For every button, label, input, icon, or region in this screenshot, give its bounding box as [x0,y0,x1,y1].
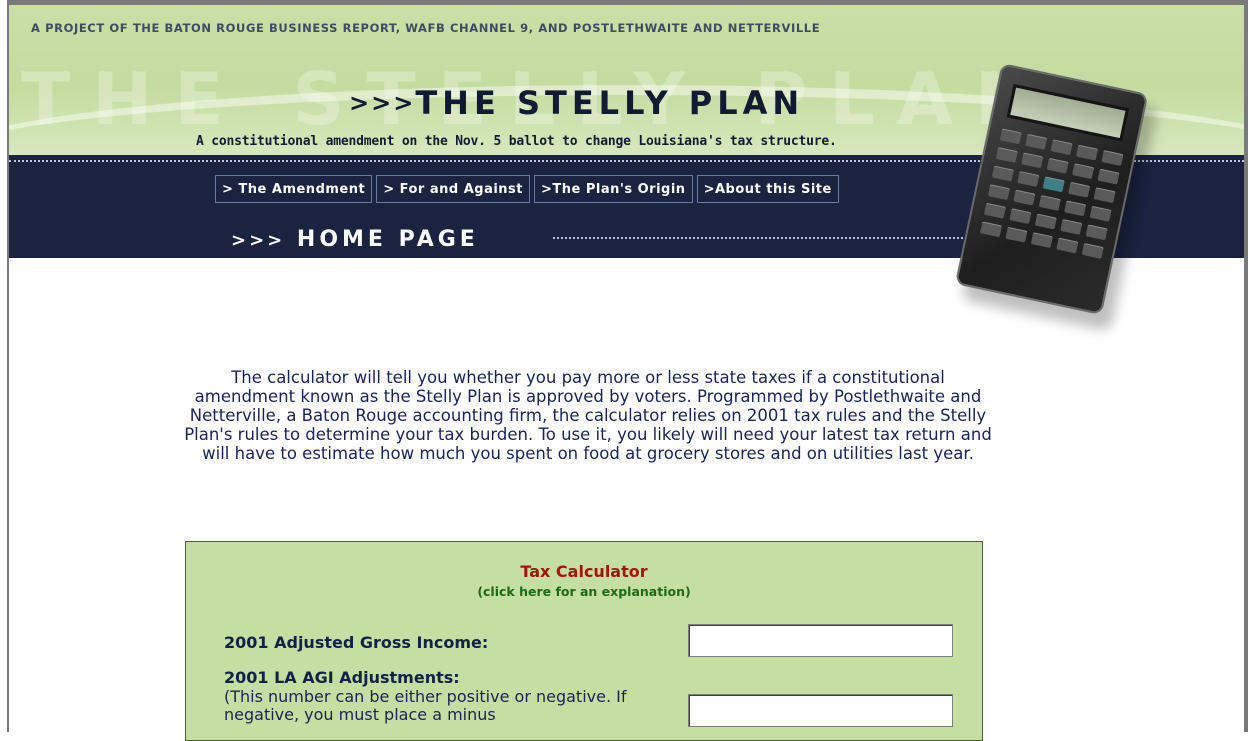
calc-key [1005,226,1028,243]
agi-input[interactable] [688,624,953,657]
nav-about-site[interactable]: >About this Site [696,175,839,203]
calc-key [1064,200,1087,217]
calc-key [1056,237,1079,254]
agi-adjustments-input[interactable] [688,694,953,727]
calc-key [1101,150,1124,166]
site-subtitle: A constitutional amendment on the Nov. 5… [196,134,837,149]
main-nav: > The Amendment > For and Against >The P… [215,175,839,203]
calc-key [1021,152,1044,169]
calc-key [1089,205,1112,222]
calc-key [1025,133,1048,150]
site-title: >>>THE STELLY PLAN [349,87,804,119]
calc-key [1046,157,1069,174]
calc-key [1072,163,1095,180]
calc-key [1075,144,1099,161]
calc-key [1013,189,1036,206]
calc-key [1009,208,1032,225]
heading-chevrons: >>> [231,230,286,251]
calc-key [991,165,1014,182]
page-heading-text: HOME PAGE [296,227,479,252]
calculator-keypad [979,128,1124,259]
calc-key [987,184,1010,201]
nav-for-and-against[interactable]: > For and Against [376,175,531,203]
window-frame-left [0,0,9,732]
calc-key [1034,213,1057,230]
heading-dotted-line [553,237,983,239]
site-title-text: THE STELLY PLAN [415,84,805,122]
window-frame-right [1244,0,1248,732]
nav-the-amendment[interactable]: > The Amendment [215,175,373,203]
nav-plans-origin[interactable]: >The Plan's Origin [534,175,693,203]
calc-key [1093,187,1116,204]
calc-key [1068,181,1091,198]
agi-adjustments-label: 2001 LA AGI Adjustments: [224,668,460,687]
calc-key [1050,139,1073,156]
intro-paragraph: The calculator will tell you whether you… [184,368,992,463]
calc-key [1097,168,1120,185]
calculator-title: Tax Calculator [520,562,648,581]
calc-key [1085,224,1108,241]
calc-key [1060,219,1083,235]
tax-calculator-panel: Tax Calculator (click here for an explan… [185,541,983,741]
project-credit: A PROJECT OF THE BATON ROUGE BUSINESS RE… [31,21,821,35]
page-heading: >>> HOME PAGE [231,229,479,251]
calc-key [1042,176,1065,193]
calc-key [1017,171,1040,187]
calc-key [999,128,1022,145]
calc-key [1081,243,1104,259]
agi-adjustments-note: (This number can be either positive or n… [224,687,627,724]
title-chevrons: >>> [349,89,416,117]
calc-key [1038,195,1061,211]
explanation-link[interactable]: (click here for an explanation) [186,584,982,599]
calc-key [983,202,1006,219]
calc-key [1030,232,1053,249]
calc-key [979,221,1003,238]
calc-key [995,147,1018,163]
agi-label: 2001 Adjusted Gross Income: [224,633,489,652]
